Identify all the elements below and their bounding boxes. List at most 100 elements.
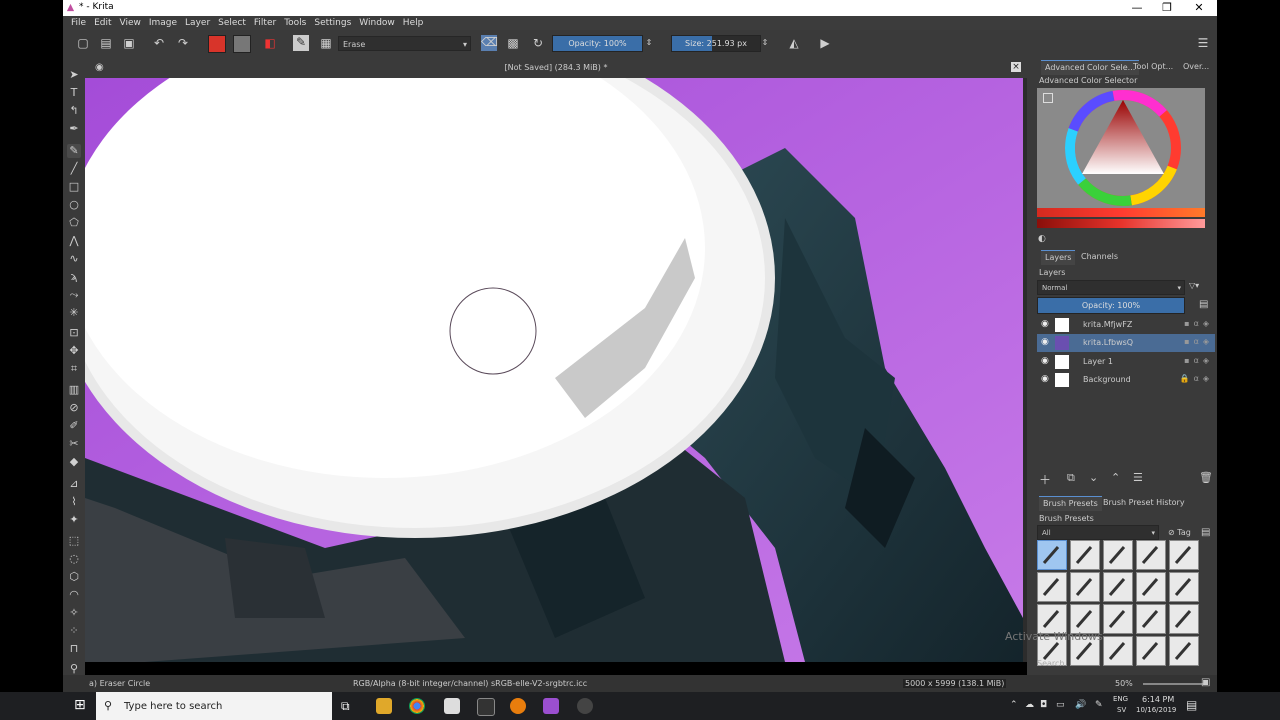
blend-mode-select[interactable]: Erase ▾ xyxy=(338,36,471,51)
delete-layer-icon[interactable]: 🗑 xyxy=(1199,471,1213,484)
brush-filter-select[interactable]: All ▾ xyxy=(1037,525,1159,540)
windows-start-icon[interactable]: ⊞ xyxy=(74,697,86,713)
brush-preset-tile[interactable] xyxy=(1169,636,1199,666)
tab-tool-options[interactable]: Tool Opt... xyxy=(1129,60,1177,74)
close-document-button[interactable]: × xyxy=(1011,62,1021,72)
layer-filter-icon[interactable]: ▽▾ xyxy=(1189,281,1199,290)
open-document-icon[interactable]: ▤ xyxy=(99,36,113,50)
docker-menu-icon[interactable]: ☰ xyxy=(1196,36,1210,50)
layer-flags-icon[interactable]: ▪α◈ xyxy=(1184,319,1213,328)
duplicate-layer-icon[interactable]: ⧉ xyxy=(1067,471,1075,485)
task-view-icon[interactable]: ⧉ xyxy=(341,698,357,714)
close-window-button[interactable]: ✕ xyxy=(1183,0,1215,16)
redo-icon[interactable]: ↷ xyxy=(176,36,190,50)
mail-icon[interactable] xyxy=(444,698,460,714)
polyline-tool-icon[interactable]: ⋀ xyxy=(67,234,81,248)
reload-preset-icon[interactable]: ↻ xyxy=(531,36,545,50)
brush-preset-tile[interactable] xyxy=(1070,572,1100,602)
dynamic-brush-tool-icon[interactable]: ⤳ xyxy=(67,288,81,302)
contiguous-selection-icon[interactable]: ✧ xyxy=(67,606,81,620)
taskbar-search[interactable]: ⚲ Type here to search xyxy=(96,692,332,720)
move-layer-down-icon[interactable]: ⌄ xyxy=(1089,471,1098,484)
brush-search[interactable]: Search xyxy=(1037,659,1064,668)
opacity-slider[interactable]: Opacity: 100% xyxy=(552,35,643,52)
fill-tool-icon[interactable]: ◆ xyxy=(67,455,81,469)
move-tool-icon[interactable]: ✥ xyxy=(67,344,81,358)
brush-preset-tile[interactable] xyxy=(1136,572,1166,602)
preserve-alpha-icon[interactable]: ▩ xyxy=(506,36,520,50)
menu-window[interactable]: Window xyxy=(355,16,399,30)
foreground-gradient-swatch[interactable] xyxy=(208,35,226,53)
menu-view[interactable]: View xyxy=(116,16,145,30)
tab-channels[interactable]: Channels xyxy=(1077,250,1122,264)
reference-images-tool-icon[interactable]: ⌇ xyxy=(67,495,81,509)
similar-color-selection-icon[interactable]: ⁘ xyxy=(67,624,81,638)
undo-icon[interactable]: ↶ xyxy=(152,36,166,50)
brush-preset-tile[interactable] xyxy=(1169,540,1199,570)
maximize-button[interactable]: ❐ xyxy=(1151,0,1183,16)
brush-preset-tile[interactable] xyxy=(1103,636,1133,666)
brush-preset-tile[interactable] xyxy=(1103,604,1133,634)
mirror-vertical-icon[interactable]: ▶ xyxy=(818,36,832,50)
gradient-tool-icon[interactable]: ▥ xyxy=(67,383,81,397)
ellipse-tool-icon[interactable]: ○ xyxy=(67,198,81,212)
layer-flags-icon[interactable]: ▪α◈ xyxy=(1184,337,1213,346)
pattern-swatch[interactable] xyxy=(233,35,251,53)
freehand-selection-icon[interactable]: ◠ xyxy=(67,588,81,602)
layer-blend-select[interactable]: Normal ▾ xyxy=(1037,280,1185,295)
brush-view-icon[interactable]: ▤ xyxy=(1201,527,1210,538)
clock-date[interactable]: 10/16/2019 xyxy=(1136,706,1176,714)
menu-edit[interactable]: Edit xyxy=(90,16,115,30)
freehand-path-tool-icon[interactable]: ϡ xyxy=(67,270,81,284)
tab-brush-presets[interactable]: Brush Presets xyxy=(1039,496,1102,511)
color-swap-icon[interactable]: ◧ xyxy=(263,36,277,50)
language-indicator[interactable]: ENG xyxy=(1113,695,1128,703)
brush-preset-tile[interactable] xyxy=(1103,540,1133,570)
menu-help[interactable]: Help xyxy=(399,16,428,30)
select-shapes-tool-icon[interactable]: ➤ xyxy=(67,68,81,82)
menu-select[interactable]: Select xyxy=(214,16,250,30)
rectangle-tool-icon[interactable]: □ xyxy=(67,180,81,194)
edit-shapes-tool-icon[interactable]: ↰ xyxy=(67,104,81,118)
pen-icon[interactable]: ✎ xyxy=(1095,700,1103,710)
notifications-icon[interactable]: ▤ xyxy=(1186,698,1197,712)
measure-tool-icon[interactable]: ⊿ xyxy=(67,477,81,491)
clock-time[interactable]: 6:14 PM xyxy=(1142,695,1174,704)
shade-strip-1[interactable] xyxy=(1037,208,1205,217)
brush-preset-tile[interactable] xyxy=(1037,540,1067,570)
assistant-tool-icon[interactable]: ✂ xyxy=(67,437,81,451)
menu-file[interactable]: File xyxy=(67,16,90,30)
menu-layer[interactable]: Layer xyxy=(181,16,214,30)
menu-filter[interactable]: Filter xyxy=(250,16,280,30)
volume-icon[interactable]: 🔊 xyxy=(1075,700,1086,710)
epic-games-icon[interactable] xyxy=(477,698,495,716)
brush-preset-tile[interactable] xyxy=(1136,604,1166,634)
smart-patch-tool-icon[interactable]: ✐ xyxy=(67,419,81,433)
zoom-tool-icon[interactable]: ⚲ xyxy=(67,662,81,676)
color-selector-panel[interactable] xyxy=(1037,88,1205,208)
mirror-horizontal-icon[interactable]: ◭ xyxy=(787,36,801,50)
menu-tools[interactable]: Tools xyxy=(280,16,310,30)
minimize-button[interactable]: — xyxy=(1121,0,1153,16)
shade-strip-2[interactable] xyxy=(1037,219,1205,228)
tab-layers[interactable]: Layers xyxy=(1041,250,1076,265)
layer-row[interactable]: ◉ Layer 1 ▪α◈ xyxy=(1037,353,1215,371)
brush-preset-tile[interactable] xyxy=(1169,572,1199,602)
multibrush-tool-icon[interactable]: ✳ xyxy=(67,306,81,320)
workspace-grid-icon[interactable]: ▦ xyxy=(319,36,333,50)
brush-preset-tile[interactable] xyxy=(1136,540,1166,570)
blender-icon[interactable] xyxy=(510,698,526,714)
add-layer-icon[interactable]: ＋ xyxy=(1039,471,1051,488)
brush-preset-tile[interactable] xyxy=(1136,636,1166,666)
color-picker-tool-icon[interactable]: ⊘ xyxy=(67,401,81,415)
brush-tag-button[interactable]: ⊘ Tag xyxy=(1168,528,1191,537)
obs-icon[interactable] xyxy=(577,698,593,714)
polygon-tool-icon[interactable]: ⬠ xyxy=(67,216,81,230)
layer-opacity-slider[interactable]: Opacity: 100% xyxy=(1037,297,1185,314)
bezier-selection-icon[interactable]: ⊓ xyxy=(67,642,81,656)
crop-tool-icon[interactable]: ⌗ xyxy=(67,362,81,376)
krita-taskbar-icon[interactable] xyxy=(543,698,559,714)
rectangular-selection-icon[interactable]: ⬚ xyxy=(67,534,81,548)
layer-properties-icon[interactable]: ▤ xyxy=(1199,299,1208,310)
file-explorer-icon[interactable] xyxy=(376,698,392,714)
